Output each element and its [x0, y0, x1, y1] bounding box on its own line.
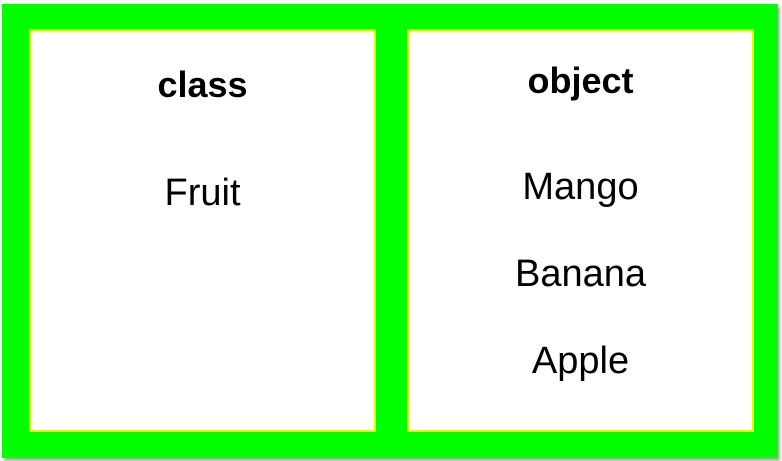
class-panel: class Fruit	[29, 29, 376, 432]
object-item-banana: Banana	[514, 253, 646, 295]
class-heading: class	[157, 64, 248, 105]
object-item-mango: Mango	[522, 166, 639, 208]
object-item-apple: Apple	[531, 340, 630, 382]
class-item-fruit: Fruit	[164, 172, 241, 214]
object-panel: object Mango Banana Apple	[407, 29, 754, 432]
object-heading: object	[527, 60, 634, 101]
diagram-frame: class Fruit object Mango Banana Apple	[2, 4, 778, 458]
